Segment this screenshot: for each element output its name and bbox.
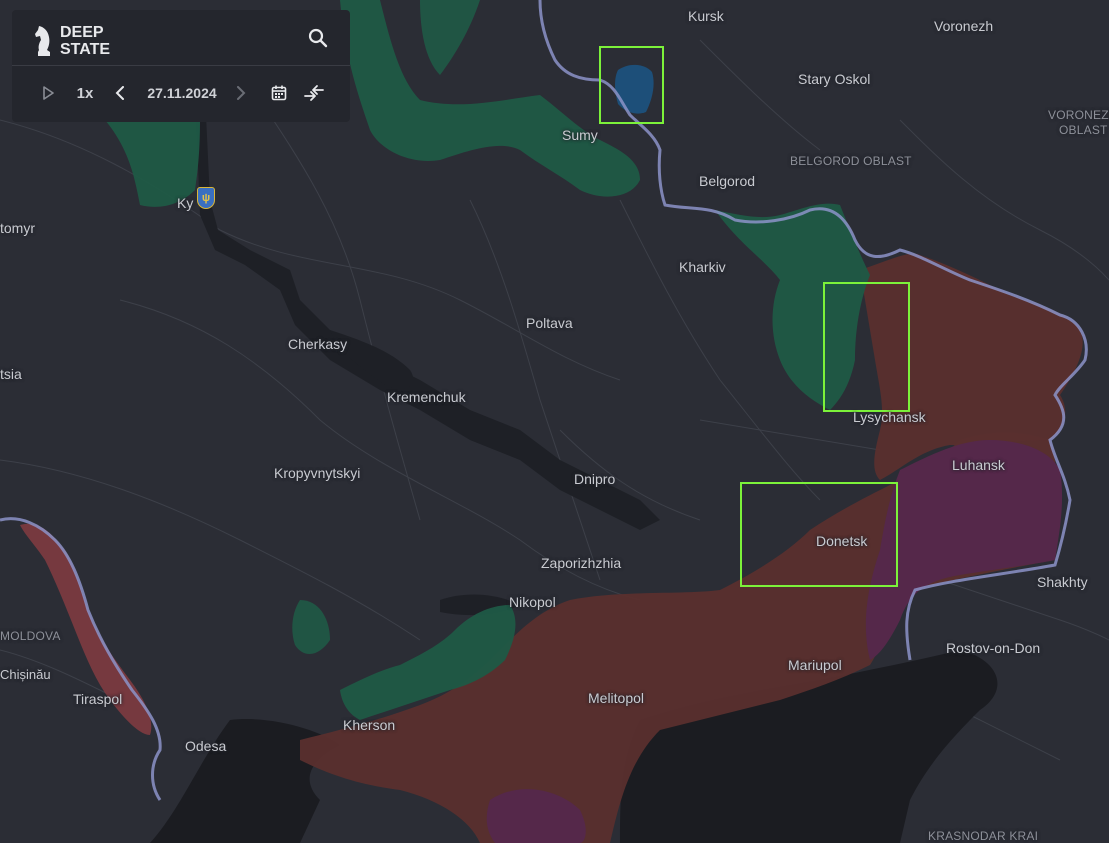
city-label-donetsk[interactable]: Donetsk [816,533,867,549]
region-label-krasnodar-krai: KRASNODAR KRAI [928,829,1039,843]
city-label-cherkasy[interactable]: Cherkasy [288,336,347,352]
app-logo[interactable]: DEEP STATE [34,24,110,58]
city-label-poltava[interactable]: Poltava [526,315,573,331]
chevron-right-icon [237,86,246,100]
city-label-nikopol[interactable]: Nikopol [509,594,556,610]
map-canvas[interactable] [0,0,1109,843]
city-label-luhansk[interactable]: Luhansk [952,457,1005,473]
highlight-kursk [599,46,664,124]
city-label-mariupol[interactable]: Mariupol [788,657,842,673]
search-button[interactable] [304,24,332,52]
region-label-voronezh-oblast-1: VORONEZH [1048,108,1109,122]
date-display[interactable]: 27.11.2024 [142,80,222,106]
play-icon [43,86,54,100]
search-icon [308,28,328,48]
city-label-zaporizhzhia[interactable]: Zaporizhzhia [541,555,621,571]
city-label-lysychansk[interactable]: Lysychansk [853,409,926,425]
city-label-kyiv[interactable]: Ky [177,195,193,211]
region-label-belgorod-oblast: BELGOROD OBLAST [790,154,912,168]
city-label-kremenchuk[interactable]: Kremenchuk [387,389,466,405]
city-label-belgorod[interactable]: Belgorod [699,173,755,189]
city-label-dnipro[interactable]: Dnipro [574,471,615,487]
highlight-kupiansk [823,282,910,412]
city-label-melitopol[interactable]: Melitopol [588,690,644,706]
kyiv-emblem-icon[interactable]: ψ [197,187,215,209]
logo-line-1: DEEP [60,24,104,41]
city-label-kharkiv[interactable]: Kharkiv [679,259,726,275]
chevron-left-icon [115,86,124,100]
control-panel: DEEP STATE 1x 27.11.2024 [12,10,350,122]
region-label-moldova: MOLDOVA [0,629,61,643]
compare-button[interactable] [302,80,326,106]
city-label-voronezh[interactable]: Voronezh [934,18,993,34]
panel-divider [12,65,350,66]
next-date-button[interactable] [231,80,251,106]
play-button[interactable] [38,80,58,106]
city-label-odesa[interactable]: Odesa [185,738,226,754]
city-label-sumy[interactable]: Sumy [562,127,598,143]
region-label-voronezh-oblast-2: OBLAST [1059,123,1108,137]
prev-date-button[interactable] [110,80,130,106]
logo-text: DEEP STATE [60,24,110,58]
logo-line-2: STATE [60,41,111,58]
city-label-kherson[interactable]: Kherson [343,717,395,733]
city-label-kropyvnytskyi[interactable]: Kropyvnytskyi [274,465,360,481]
compare-arrows-icon [304,85,324,101]
city-label-vinnytsia[interactable]: tsia [0,366,22,382]
city-label-stary-oskol[interactable]: Stary Oskol [798,71,870,87]
city-label-kursk[interactable]: Kursk [688,8,724,24]
city-label-shakhty[interactable]: Shakhty [1037,574,1088,590]
speed-button[interactable]: 1x [74,80,96,106]
knight-icon [35,26,50,56]
city-label-chisinau[interactable]: Chișinău [0,667,51,682]
calendar-icon [271,85,287,101]
city-label-tiraspol[interactable]: Tiraspol [73,691,122,707]
city-label-rostov-on-don[interactable]: Rostov-on-Don [946,640,1040,656]
calendar-button[interactable] [268,80,290,106]
city-label-zhytomyr[interactable]: tomyr [0,220,35,236]
